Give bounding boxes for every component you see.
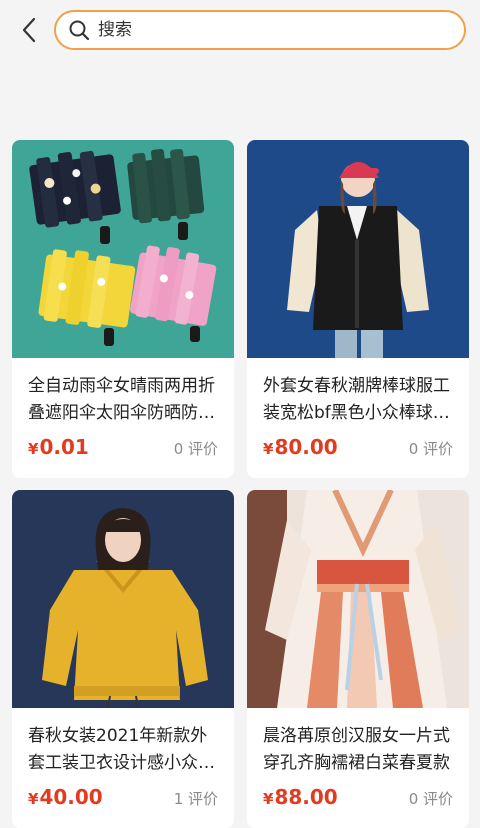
product-grid: 全自动雨伞女晴雨两用折叠遮阳伞太阳伞防晒防紫外线 ¥0.01 0 评价 [12, 140, 470, 828]
product-price: ¥88.00 [263, 785, 338, 809]
product-price: ¥80.00 [263, 435, 338, 459]
product-image-yellow-hoodie[interactable] [12, 490, 234, 708]
product-card[interactable]: 晨洛苒原创汉服女一片式穿孔齐胸襦裙白菜春夏款 ¥88.00 0 评价 [247, 490, 469, 828]
product-price: ¥40.00 [28, 785, 103, 809]
product-title[interactable]: 全自动雨伞女晴雨两用折叠遮阳伞太阳伞防晒防紫外线 [28, 373, 224, 427]
product-card[interactable]: 全自动雨伞女晴雨两用折叠遮阳伞太阳伞防晒防紫外线 ¥0.01 0 评价 [12, 140, 234, 478]
top-bar [0, 0, 480, 60]
product-review-count: 1 评价 [173, 790, 218, 808]
search-input[interactable] [98, 20, 428, 40]
product-review-count: 0 评价 [408, 790, 453, 808]
product-image-hanfu[interactable] [247, 490, 469, 708]
chevron-left-icon [22, 17, 36, 43]
product-title[interactable]: 晨洛苒原创汉服女一片式穿孔齐胸襦裙白菜春夏款 [263, 723, 459, 777]
product-review-count: 0 评价 [173, 440, 218, 458]
search-icon [69, 20, 90, 41]
product-image-umbrellas[interactable] [12, 140, 234, 358]
product-review-count: 0 评价 [408, 440, 453, 458]
product-title[interactable]: 春秋女装2021年新款外套工装卫衣设计感小众连帽 [28, 723, 224, 777]
product-card[interactable]: 春秋女装2021年新款外套工装卫衣设计感小众连帽 ¥40.00 1 评价 [12, 490, 234, 828]
product-image-baseball-jacket[interactable] [247, 140, 469, 358]
product-price: ¥0.01 [28, 435, 89, 459]
search-bar[interactable] [54, 10, 466, 50]
back-button[interactable] [14, 14, 44, 46]
product-title[interactable]: 外套女春秋潮牌棒球服工装宽松bf黑色小众棒球外套 [263, 373, 459, 427]
product-card[interactable]: 外套女春秋潮牌棒球服工装宽松bf黑色小众棒球外套 ¥80.00 0 评价 [247, 140, 469, 478]
